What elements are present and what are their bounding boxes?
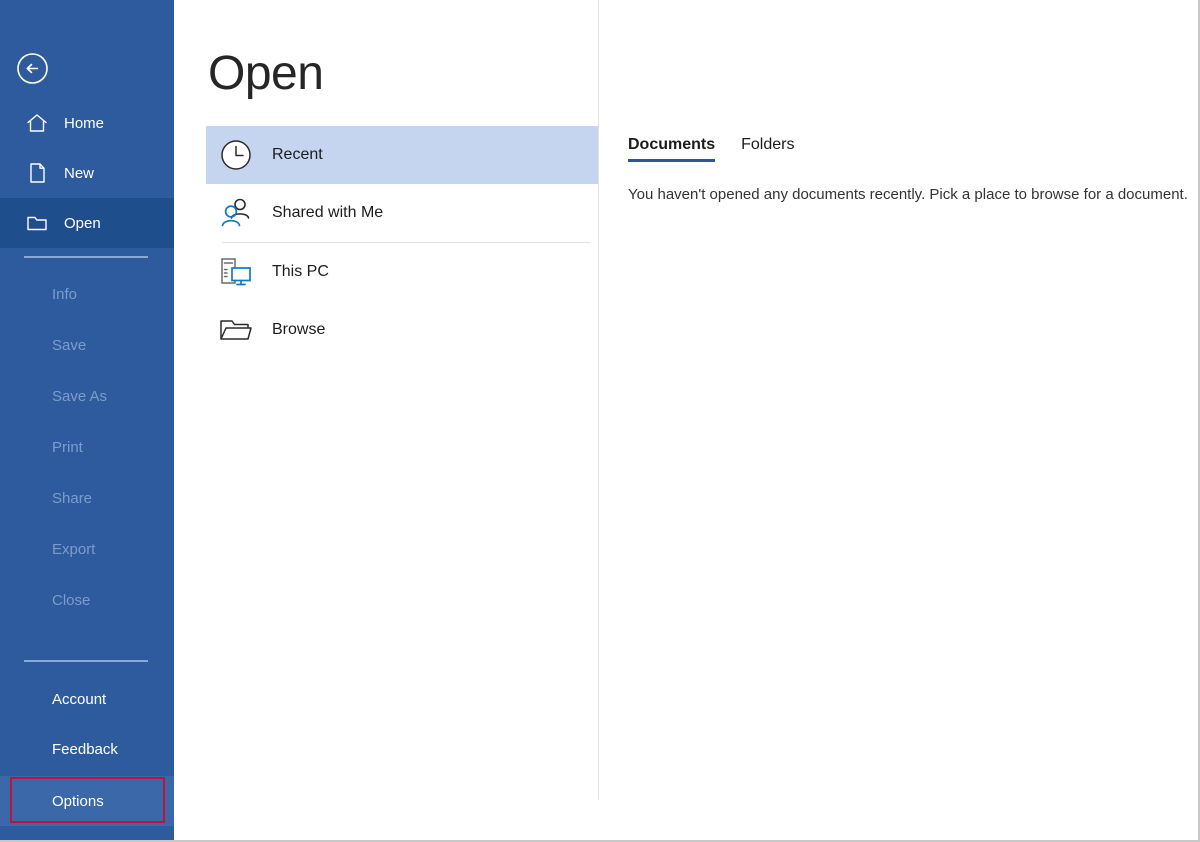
sidebar-divider-bottom xyxy=(24,660,148,662)
sidebar-item-feedback[interactable]: Feedback xyxy=(0,724,174,774)
sidebar-divider-top xyxy=(24,256,148,258)
place-item-label: Browse xyxy=(272,321,326,338)
backstage-content: Open Recent Shared with Me This PC Brows… xyxy=(174,0,1198,840)
new-document-icon xyxy=(24,160,50,186)
tab-folders[interactable]: Folders xyxy=(741,136,794,162)
tab-label: Folders xyxy=(741,136,795,153)
sidebar-item-label: Print xyxy=(52,438,83,456)
sidebar-item-close: Close xyxy=(0,575,174,625)
folder-open-icon xyxy=(216,310,256,350)
sidebar-item-save: Save xyxy=(0,320,174,370)
place-item-recent[interactable]: Recent xyxy=(206,126,598,184)
sidebar-item-label: Feedback xyxy=(52,740,118,758)
sidebar-item-print: Print xyxy=(0,422,174,472)
sidebar-item-label: Save As xyxy=(52,387,108,405)
sidebar-item-open[interactable]: Open xyxy=(0,198,174,248)
place-item-label: This PC xyxy=(272,263,329,280)
tab-label: Documents xyxy=(628,136,716,153)
backstage-sidebar: Home New Open Info Save Save As Print Sh… xyxy=(0,0,174,840)
office-backstage-window: Home New Open Info Save Save As Print Sh… xyxy=(0,0,1200,842)
content-vertical-divider xyxy=(598,0,599,800)
sidebar-item-label: Share xyxy=(52,489,93,507)
place-item-shared-with-me[interactable]: Shared with Me xyxy=(206,184,598,242)
people-icon xyxy=(216,193,256,233)
sidebar-item-label: Home xyxy=(64,114,105,132)
sidebar-item-info: Info xyxy=(0,269,174,319)
place-item-browse[interactable]: Browse xyxy=(206,301,598,359)
home-icon xyxy=(24,110,50,136)
sidebar-item-label: Close xyxy=(52,591,91,609)
sidebar-item-label: Options xyxy=(52,792,104,810)
sidebar-item-label: New xyxy=(64,164,95,182)
computer-icon xyxy=(216,252,256,292)
place-item-label: Shared with Me xyxy=(272,204,384,221)
sidebar-item-export: Export xyxy=(0,524,174,574)
panel-tabs: Documents Folders xyxy=(628,126,1188,162)
place-item-label: Recent xyxy=(272,146,323,163)
back-arrow-circle-icon[interactable] xyxy=(16,52,49,85)
sidebar-item-home[interactable]: Home xyxy=(0,98,174,148)
places-list: Recent Shared with Me This PC Browse xyxy=(206,126,598,359)
sidebar-item-label: Export xyxy=(52,540,96,558)
sidebar-item-save-as: Save As xyxy=(0,371,174,421)
sidebar-item-label: Info xyxy=(52,285,78,303)
documents-panel: Documents Folders You haven't opened any… xyxy=(628,126,1188,203)
sidebar-item-label: Open xyxy=(64,214,101,232)
tab-documents[interactable]: Documents xyxy=(628,136,716,162)
open-folder-icon xyxy=(24,210,50,236)
sidebar-item-label: Account xyxy=(52,690,107,708)
place-item-this-pc[interactable]: This PC xyxy=(206,243,598,301)
sidebar-item-share: Share xyxy=(0,473,174,523)
clock-icon xyxy=(216,135,256,175)
sidebar-item-account[interactable]: Account xyxy=(0,674,174,724)
sidebar-item-options[interactable]: Options xyxy=(0,776,174,826)
page-title: Open xyxy=(208,47,324,100)
empty-state-message: You haven't opened any documents recentl… xyxy=(628,186,1188,203)
sidebar-item-label: Save xyxy=(52,336,87,354)
sidebar-item-new[interactable]: New xyxy=(0,148,174,198)
